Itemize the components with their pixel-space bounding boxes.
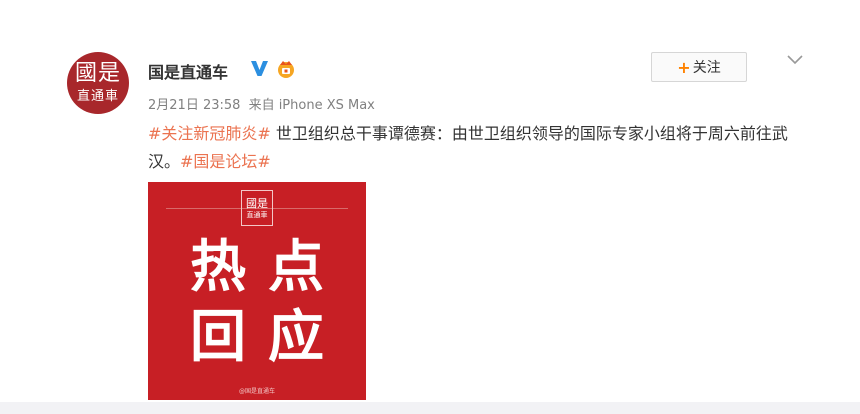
hashtag-link[interactable]: #国是论坛#: [180, 152, 271, 171]
post-text: #关注新冠肺炎# 世卫组织总干事谭德赛：由世卫组织领导的国际专家小组将于周六前往…: [148, 120, 808, 176]
image-logo-line-2: 直通車: [246, 210, 268, 219]
weibo-post-card: 國是 直通車 国是直通车 + 关注 2月21日 23:58 来自 iPhone …: [0, 0, 860, 414]
avatar-line-1: 國是: [74, 61, 121, 86]
plus-icon: +: [677, 57, 691, 77]
image-watermark: @国是直通车: [238, 388, 275, 395]
image-headline-line-2: 回应: [190, 305, 346, 370]
card-bottom-divider: [0, 402, 860, 414]
avatar[interactable]: 國是 直通車: [67, 52, 129, 114]
follow-label: 关注: [692, 60, 721, 76]
verified-v-icon[interactable]: [249, 58, 269, 78]
post-source: 来自 iPhone XS Max: [248, 98, 375, 113]
account-name[interactable]: 国是直通车: [148, 59, 228, 83]
image-headline-line-1: 热点: [190, 235, 346, 300]
image-logo: 國是 直通車: [241, 190, 273, 226]
post-image[interactable]: 國是 直通車 热点 回应 @国是直通车: [148, 182, 366, 400]
hashtag-link[interactable]: #关注新冠肺炎#: [148, 124, 271, 143]
post-meta: 2月21日 23:58 来自 iPhone XS Max: [148, 94, 375, 113]
member-badge-icon[interactable]: [275, 58, 297, 80]
post-timestamp[interactable]: 2月21日 23:58: [148, 98, 240, 113]
image-logo-line-1: 國是: [246, 196, 268, 210]
follow-button[interactable]: + 关注: [651, 52, 747, 82]
avatar-line-2: 直通車: [76, 89, 119, 104]
chevron-down-icon[interactable]: [786, 54, 804, 66]
